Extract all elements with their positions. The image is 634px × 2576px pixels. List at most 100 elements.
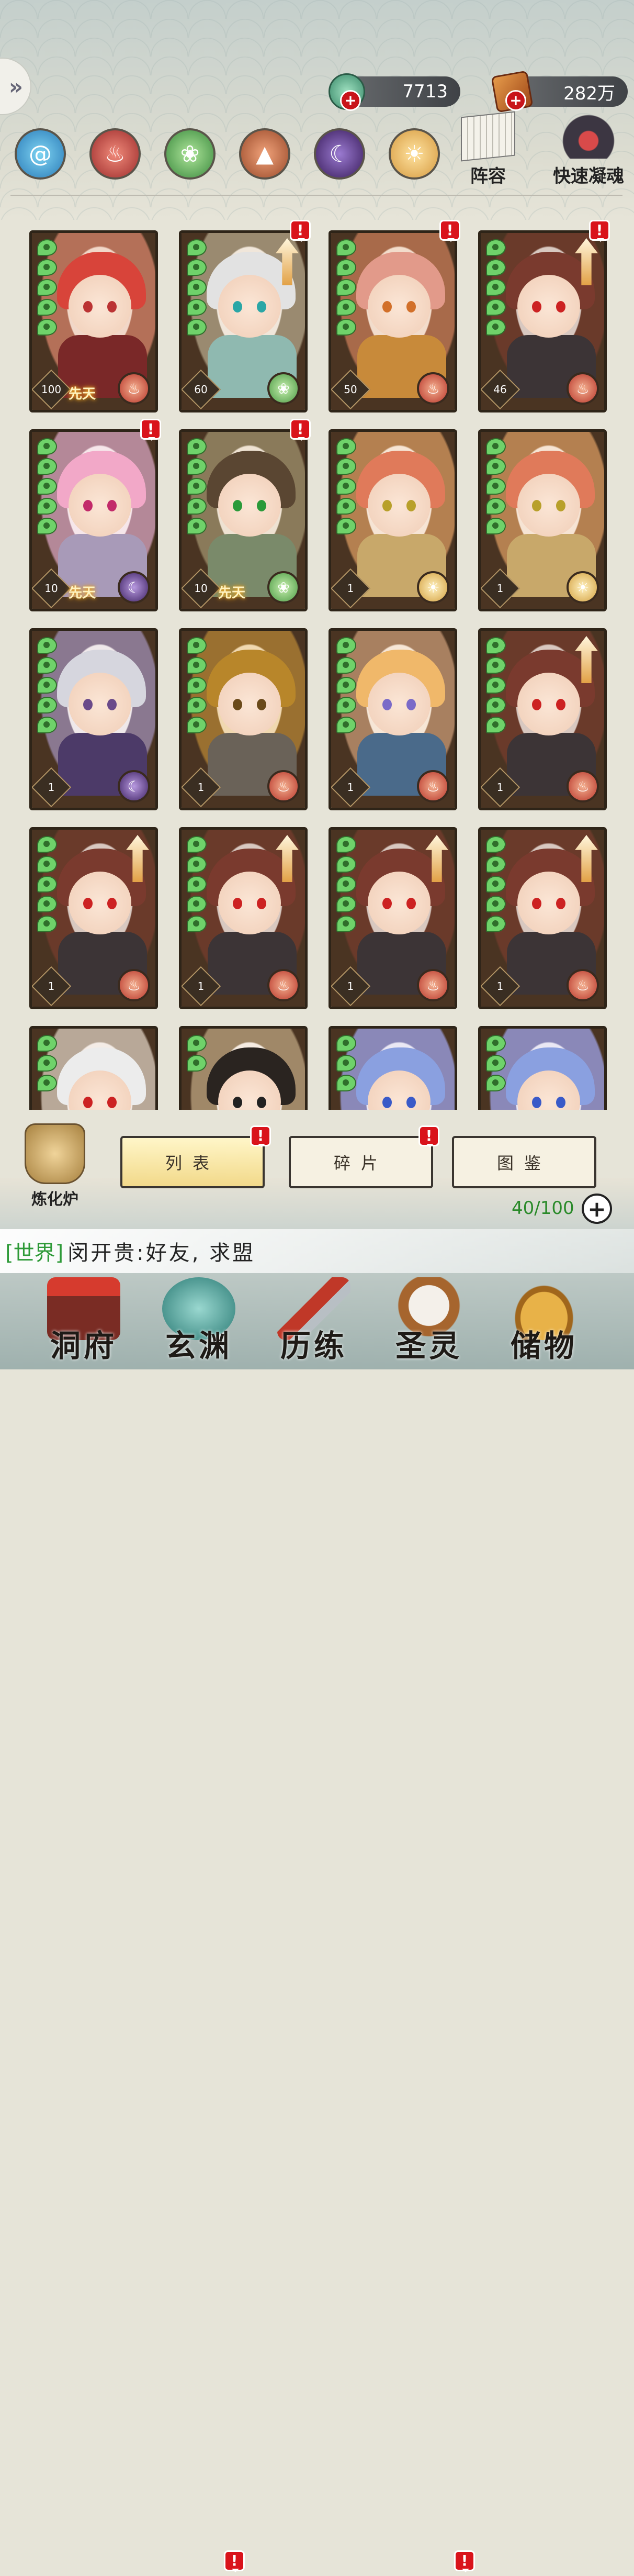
fire-element-filter[interactable]: ♨	[89, 128, 141, 180]
star-pips	[336, 1035, 356, 1091]
nav-home[interactable]: 洞府	[31, 1272, 136, 1369]
spirit-card[interactable]: 1 ♨	[179, 628, 308, 810]
level-value: 10	[44, 582, 58, 595]
star-pip-icon	[187, 697, 207, 713]
star-pip-icon	[486, 657, 506, 674]
spirit-card[interactable]: 100 先天 ♨	[29, 230, 158, 412]
innate-tag: 先天	[218, 585, 246, 601]
star-pip-icon	[37, 1055, 57, 1072]
spirit-card[interactable]: 46 ♨	[478, 230, 607, 412]
star-pips	[187, 239, 207, 336]
nav-train[interactable]: 历练	[262, 1272, 366, 1369]
nav-abyss[interactable]: 玄渊	[146, 1272, 251, 1369]
character-face	[517, 275, 580, 338]
star-pip-icon	[37, 637, 57, 654]
wind-icon: ❀	[180, 140, 200, 168]
add-jade-button[interactable]: +	[340, 90, 361, 111]
tab-list[interactable]: 列表	[120, 1136, 265, 1188]
star-pip-icon	[336, 836, 356, 853]
spirit-card[interactable]: 1 ☾	[29, 628, 158, 810]
furnace-label: 炼化炉	[31, 1190, 78, 1209]
character-face	[368, 1070, 431, 1110]
level-value: 1	[347, 781, 354, 794]
spirit-card[interactable]: 1 ♨	[478, 628, 607, 810]
alert-icon: !	[297, 221, 304, 239]
star-pip-icon	[486, 518, 506, 534]
fire-element-badge-icon: ♨	[267, 969, 300, 1001]
star-pip-icon	[486, 299, 506, 316]
quick-soul-button[interactable]: 快速凝魂	[544, 114, 633, 187]
star-pip-icon	[187, 717, 207, 733]
earth-element-filter[interactable]: ▲	[239, 128, 290, 180]
star-pip-icon	[187, 916, 207, 932]
water-element-filter[interactable]: @	[15, 128, 66, 180]
light-element-filter[interactable]: ☀	[389, 128, 440, 180]
crescent-icon: ☾	[329, 140, 350, 168]
level-value: 1	[347, 980, 354, 993]
star-pips	[187, 1035, 207, 1072]
spirit-card[interactable]: 1 ☀	[478, 429, 607, 611]
alert-icon: !	[147, 420, 154, 438]
star-pip-icon	[336, 239, 356, 256]
alert-icon: !	[461, 2552, 468, 2569]
star-pip-icon	[336, 458, 356, 475]
nav-storage-label: 储物	[510, 1328, 578, 1364]
star-pips	[37, 438, 57, 534]
dark-element-filter[interactable]: ☾	[314, 128, 365, 180]
level-value: 10	[194, 582, 208, 595]
character-face	[368, 275, 431, 338]
card-alert-badge: !	[439, 220, 460, 242]
tab-codex[interactable]: 图鉴	[452, 1136, 596, 1188]
spirit-card[interactable]: 60 ❀	[179, 230, 308, 412]
add-scroll-button[interactable]: +	[505, 90, 526, 111]
spirit-card[interactable]: 1 ☀	[329, 429, 457, 611]
divider	[10, 195, 622, 196]
star-pip-icon	[187, 319, 207, 336]
star-pips	[187, 438, 207, 534]
star-pip-icon	[336, 677, 356, 694]
star-pip-icon	[187, 876, 207, 893]
expand-capacity-button[interactable]: +	[582, 1194, 612, 1224]
star-pip-icon	[37, 518, 57, 534]
fire-element-badge-icon: ♨	[417, 969, 449, 1001]
spirit-card[interactable]: 1 ♨	[329, 628, 457, 810]
star-pip-icon	[37, 856, 57, 873]
nav-storage[interactable]: 储物	[492, 1272, 596, 1369]
level-value: 1	[48, 980, 55, 993]
card-alert-badge: !	[290, 419, 311, 441]
nav-spirit[interactable]: 圣灵	[377, 1272, 481, 1369]
world-chat-bar[interactable]: [世界] 闵开贵:好友, 求盟	[0, 1229, 634, 1273]
wind-element-filter[interactable]: ❀	[164, 128, 216, 180]
star-pip-icon	[187, 896, 207, 912]
spirit-card[interactable]: 1 ♨	[179, 827, 308, 1009]
furnace-button[interactable]: 炼化炉	[21, 1120, 89, 1209]
star-pips	[37, 239, 57, 336]
fire-element-badge-icon: ♨	[567, 372, 599, 405]
fire-element-badge-icon: ♨	[267, 770, 300, 802]
star-pips	[187, 637, 207, 733]
alert-icon: !	[297, 420, 304, 438]
star-pip-icon	[187, 856, 207, 873]
star-pips	[187, 836, 207, 932]
spirit-card[interactable]: 50 ♨	[329, 230, 457, 412]
star-pip-icon	[486, 279, 506, 296]
spirit-card[interactable]: 10 先天 ☾	[29, 429, 158, 611]
fire-element-badge-icon: ♨	[567, 969, 599, 1001]
innate-tag: 先天	[69, 386, 96, 402]
capacity-counter: 40/100	[512, 1198, 574, 1219]
spirit-card[interactable]: 1 ♨	[329, 827, 457, 1009]
star-pip-icon	[187, 279, 207, 296]
character-face	[368, 872, 431, 934]
star-pip-icon	[187, 1035, 207, 1052]
tab-list-label: 列表	[165, 1153, 220, 1173]
lineup-button[interactable]: 阵容	[459, 111, 517, 187]
spirit-card[interactable]: 10 先天 ❀	[179, 429, 308, 611]
star-pip-icon	[187, 259, 207, 276]
spirit-card[interactable]: 1 ♨	[478, 827, 607, 1009]
spirit-card[interactable]: 1 ♨	[29, 827, 158, 1009]
tab-fragments[interactable]: 碎片	[289, 1136, 433, 1188]
chat-message: 闵开贵:好友, 求盟	[67, 1241, 256, 1265]
star-pip-icon	[187, 498, 207, 515]
chat-channel: [世界]	[5, 1241, 64, 1265]
star-pips	[336, 836, 356, 932]
